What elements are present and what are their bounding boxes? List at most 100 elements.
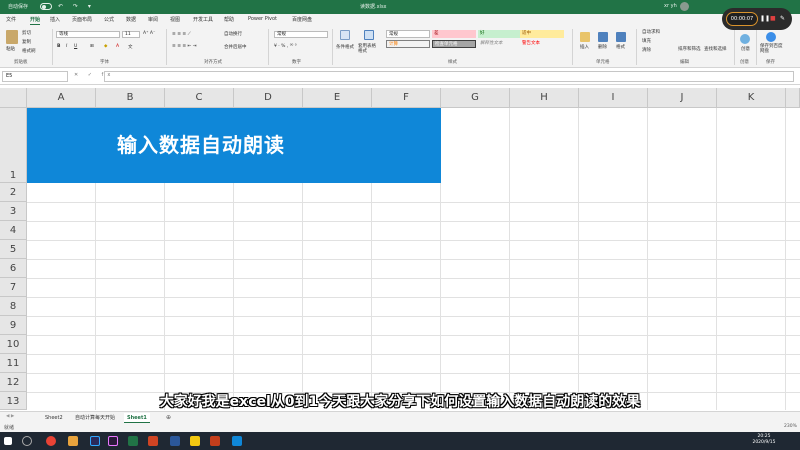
photoshop-icon[interactable] [90, 436, 100, 446]
border-icon[interactable]: ⊞ [90, 44, 94, 49]
row-header-7[interactable]: 7 [0, 278, 27, 297]
powerpoint-icon[interactable] [210, 436, 220, 446]
style-explanatory[interactable]: 解释性文本 [478, 40, 522, 48]
excel-icon[interactable] [128, 436, 138, 446]
column-header-k[interactable]: K [717, 88, 786, 108]
tab-home[interactable]: 开始 [30, 16, 41, 25]
save-baidu-button[interactable]: 保存到百度网盘 [760, 44, 784, 54]
tab-baidu[interactable]: 百度网盘 [292, 16, 312, 23]
formula-input[interactable] [104, 71, 794, 82]
column-header-g[interactable]: G [441, 88, 510, 108]
taskbar-clock[interactable]: 20:25 2020/9/15 [744, 434, 784, 446]
column-header-partial[interactable] [786, 88, 800, 108]
pen-icon[interactable]: ✎ [780, 15, 785, 22]
row-header-12[interactable]: 12 [0, 373, 27, 392]
align-left-icons[interactable]: ≡ ≡ ≡ ⇤ ⇥ [172, 44, 197, 49]
row-header-11[interactable]: 11 [0, 354, 27, 373]
worksheet-grid[interactable]: A B C D E F G H I J K 1 2 3 4 5 6 7 8 9 … [0, 88, 800, 410]
format-painter-button[interactable]: 格式刷 [22, 48, 36, 54]
row-header-10[interactable]: 10 [0, 335, 27, 354]
tab-data[interactable]: 数据 [126, 16, 136, 23]
row-header-8[interactable]: 8 [0, 297, 27, 316]
cut-button[interactable]: 剪切 [22, 30, 31, 36]
wrap-text-button[interactable]: 自动换行 [224, 31, 242, 37]
insert-cells-button[interactable]: 插入 [580, 44, 589, 50]
sheet-tab-1[interactable]: Sheet1 [124, 413, 150, 423]
number-format-icons[interactable]: ¥ · % , ⁰⁰ ⁰ [274, 44, 297, 49]
copy-button[interactable]: 复制 [22, 39, 31, 45]
row-header-1[interactable]: 1 [0, 108, 27, 183]
font-size-select[interactable]: 11 [122, 31, 140, 38]
merge-center-button[interactable]: 合并后居中 [224, 44, 247, 50]
folder-icon[interactable] [68, 436, 78, 446]
premiere-icon[interactable] [108, 436, 118, 446]
conditional-format-icon[interactable] [340, 30, 350, 40]
column-header-b[interactable]: B [96, 88, 165, 108]
autosum-button[interactable]: 自动求和 [642, 29, 660, 35]
style-good[interactable]: 好 [478, 30, 522, 38]
delete-cells-icon[interactable] [598, 32, 608, 42]
column-header-c[interactable]: C [165, 88, 234, 108]
app-icon[interactable] [148, 436, 158, 446]
sheet-tab-auto[interactable]: 自动计算每天开始 [72, 413, 118, 423]
column-header-h[interactable]: H [510, 88, 579, 108]
autosave-toggle[interactable] [40, 3, 52, 10]
row-header-2[interactable]: 2 [0, 183, 27, 202]
avatar[interactable] [680, 2, 689, 11]
format-cells-icon[interactable] [616, 32, 626, 42]
underline-icon[interactable]: U [74, 44, 77, 49]
tab-developer[interactable]: 开发工具 [193, 16, 213, 23]
fill-color-icon[interactable]: ◆ [104, 44, 107, 49]
column-header-a[interactable]: A [27, 88, 96, 108]
italic-icon[interactable]: I [66, 44, 67, 49]
merged-title-cell[interactable]: 输入数据自动朗读 [27, 108, 441, 183]
style-calculation[interactable]: 计算 [386, 40, 430, 48]
font-color-icon[interactable]: A [116, 44, 119, 49]
search-icon[interactable] [22, 436, 32, 446]
zoom-level[interactable]: 230% [784, 424, 797, 429]
name-box[interactable]: E5 [2, 71, 68, 82]
stop-icon[interactable]: ■ [770, 15, 776, 22]
row-header-3[interactable]: 3 [0, 202, 27, 221]
paste-icon[interactable] [6, 30, 18, 44]
style-normal[interactable]: 常规 [386, 30, 430, 38]
column-header-f[interactable]: F [372, 88, 441, 108]
sheet-nav-icons[interactable]: ◀ ▶ [6, 414, 14, 419]
tab-help[interactable]: 帮助 [224, 16, 234, 23]
bold-icon[interactable]: B [57, 44, 60, 49]
baidu-cloud-icon[interactable] [766, 32, 776, 42]
tab-file[interactable]: 文件 [6, 16, 16, 23]
find-select-button[interactable]: 查找和选择 [704, 46, 727, 52]
insert-cells-icon[interactable] [580, 32, 590, 42]
table-format-button[interactable]: 套用表格格式 [358, 44, 380, 54]
start-icon[interactable] [4, 437, 12, 445]
row-header-5[interactable]: 5 [0, 240, 27, 259]
app-icon[interactable] [232, 436, 242, 446]
delete-cells-button[interactable]: 删除 [598, 44, 607, 50]
sort-filter-button[interactable]: 排序和筛选 [678, 46, 701, 52]
font-family-select[interactable]: 等线 [56, 31, 120, 38]
style-bad[interactable]: 差 [432, 30, 476, 38]
row-header-4[interactable]: 4 [0, 221, 27, 240]
tab-review[interactable]: 审阅 [148, 16, 158, 23]
pause-icon[interactable]: ❚❚ [760, 15, 770, 22]
phonetic-icon[interactable]: 文 [128, 44, 133, 50]
fill-button[interactable]: 填充 [642, 38, 651, 44]
column-header-j[interactable]: J [648, 88, 717, 108]
select-all-corner[interactable] [0, 88, 27, 108]
sheet-tab-2[interactable]: Sheet2 [42, 413, 66, 423]
tab-power-pivot[interactable]: Power Pivot [248, 16, 277, 22]
table-format-icon[interactable] [364, 30, 374, 40]
style-check-cell[interactable]: 检查单元格 [432, 40, 476, 48]
number-format-select[interactable]: 常规 [274, 31, 328, 38]
quick-access-icons[interactable]: ↶ ↷ ▾ [58, 3, 95, 10]
tab-formulas[interactable]: 公式 [104, 16, 114, 23]
format-cells-button[interactable]: 格式 [616, 44, 625, 50]
row-header-9[interactable]: 9 [0, 316, 27, 335]
tab-view[interactable]: 视图 [170, 16, 180, 23]
conditional-format-button[interactable]: 条件格式 [336, 44, 354, 50]
style-warning[interactable]: 警告文本 [520, 40, 564, 48]
create-icon[interactable] [740, 34, 750, 44]
font-grow-shrink-icons[interactable]: A⁺ A⁻ [143, 31, 155, 36]
tab-insert[interactable]: 插入 [50, 16, 60, 23]
